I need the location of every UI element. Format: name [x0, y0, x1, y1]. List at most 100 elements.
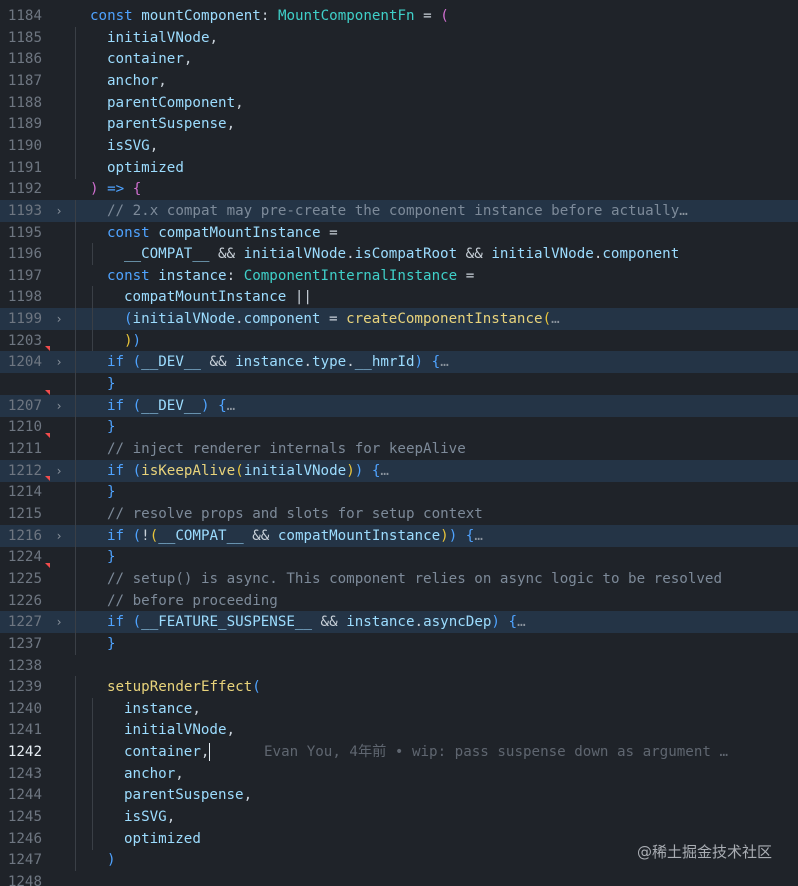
code-line[interactable]: 1211 // inject renderer internals for kee… — [0, 433, 798, 460]
code-editor[interactable]: 1184 const mountComponent: MountComponent… — [0, 0, 798, 886]
fold-chevron-icon[interactable]: › — [52, 395, 66, 417]
line-number[interactable]: 1242 — [0, 741, 42, 763]
code-line[interactable]: 1248 — [0, 871, 798, 886]
code-text[interactable]: ) — [107, 849, 116, 871]
code-line[interactable]: 1188 parentComponent, — [0, 91, 798, 114]
line-number[interactable]: 1198 — [0, 286, 42, 308]
code-text[interactable]: } — [107, 416, 116, 438]
line-number[interactable]: 1190 — [0, 135, 42, 157]
code-line[interactable]: 1190 isSVG, — [0, 134, 798, 157]
code-line[interactable]: 1242 container, Evan You, 4年前 • wip: pass … — [0, 741, 798, 764]
code-text[interactable]: if (__FEATURE_SUSPENSE__ && instance.asy… — [107, 611, 526, 633]
code-text[interactable]: optimized — [107, 157, 184, 179]
line-number[interactable]: 1241 — [0, 719, 42, 741]
line-number[interactable]: 1203 — [0, 330, 42, 352]
code-line[interactable]: 1191 optimized — [0, 156, 798, 179]
code-text[interactable]: container, — [124, 741, 211, 763]
code-line[interactable]: 1210} — [0, 416, 798, 439]
code-line[interactable]: } — [0, 373, 798, 396]
line-number[interactable]: 1212 — [0, 460, 42, 482]
code-line[interactable]: 1203)) — [0, 329, 798, 352]
code-text[interactable]: isSVG, — [124, 806, 175, 828]
code-text[interactable]: setupRenderEffect( — [107, 676, 261, 698]
git-deleted-marker-icon[interactable] — [45, 433, 50, 438]
code-line[interactable]: 1215 // resolve props and slots for setup… — [0, 502, 798, 525]
code-text[interactable]: instance, — [124, 698, 201, 720]
code-line[interactable]: 1184 const mountComponent: MountComponent… — [0, 5, 798, 27]
code-text[interactable]: __COMPAT__ && initialVNode.isCompatRoot … — [124, 243, 679, 265]
code-text[interactable]: parentComponent, — [107, 92, 244, 114]
line-number[interactable]: 1225 — [0, 568, 42, 590]
line-number[interactable]: 1211 — [0, 438, 42, 460]
line-number[interactable]: 1186 — [0, 48, 42, 70]
code-text[interactable]: initialVNode, — [107, 27, 218, 49]
code-text[interactable]: // inject renderer internals for keepAli… — [107, 438, 466, 460]
fold-chevron-icon[interactable]: › — [52, 460, 66, 482]
code-line[interactable]: 1216 › if (!(__COMPAT__ && compatMountInst… — [0, 524, 798, 547]
fold-chevron-icon[interactable]: › — [52, 308, 66, 330]
line-number[interactable]: 1239 — [0, 676, 42, 698]
code-text[interactable]: initialVNode, — [124, 719, 235, 741]
code-line[interactable]: 1185 initialVNode, — [0, 26, 798, 49]
code-line[interactable]: 1238 — [0, 655, 798, 677]
line-number[interactable]: 1238 — [0, 655, 42, 677]
code-text[interactable]: anchor, — [107, 70, 167, 92]
line-number[interactable]: 1214 — [0, 481, 42, 503]
fold-chevron-icon[interactable]: › — [52, 611, 66, 633]
code-text[interactable]: parentSuspense, — [124, 784, 252, 806]
git-deleted-marker-icon[interactable] — [45, 389, 50, 395]
line-number[interactable]: 1197 — [0, 265, 42, 287]
code-line[interactable]: 1214} — [0, 476, 798, 504]
code-text[interactable]: // setup() is async. This component reli… — [107, 568, 722, 590]
fold-chevron-icon[interactable]: › — [52, 200, 66, 222]
code-text[interactable]: compatMountInstance || — [124, 286, 312, 308]
code-text[interactable]: parentSuspense, — [107, 113, 235, 135]
code-text[interactable]: const instance: ComponentInternalInstanc… — [107, 265, 474, 287]
line-number[interactable]: 1192 — [0, 178, 42, 200]
line-number[interactable]: 1245 — [0, 806, 42, 828]
line-number[interactable]: 1193 — [0, 200, 42, 222]
code-text[interactable]: } — [107, 373, 116, 395]
line-number[interactable]: 1226 — [0, 590, 42, 612]
code-text[interactable]: // resolve props and slots for setup con… — [107, 503, 483, 525]
line-number[interactable]: 1248 — [0, 871, 42, 886]
code-line[interactable]: 1195 const compatMountInstance = — [0, 221, 798, 244]
code-line[interactable]: 1244 parentSuspense, — [0, 784, 798, 807]
code-text[interactable]: ) => { — [90, 178, 141, 200]
code-line[interactable]: 1245 isSVG, — [0, 806, 798, 829]
code-text[interactable]: if (isKeepAlive(initialVNode)) {… — [107, 460, 389, 482]
line-number[interactable]: 1195 — [0, 222, 42, 244]
code-text[interactable]: anchor, — [124, 763, 184, 785]
fold-chevron-icon[interactable]: › — [52, 351, 66, 373]
code-text[interactable]: )) — [124, 330, 141, 352]
code-line[interactable]: 1225 // setup() is async. This component … — [0, 562, 798, 590]
line-number[interactable]: 1243 — [0, 763, 42, 785]
git-deleted-marker-icon[interactable] — [45, 476, 50, 482]
line-number[interactable]: 1184 — [0, 5, 42, 27]
code-line[interactable]: 1239 setupRenderEffect( — [0, 676, 798, 699]
code-line[interactable]: 1198 compatMountInstance || — [0, 286, 798, 309]
code-text[interactable]: if (!(__COMPAT__ && compatMountInstance)… — [107, 525, 483, 547]
code-line[interactable]: 1196 __COMPAT__ && initialVNode.isCompatR… — [0, 243, 798, 266]
code-line[interactable]: 1227 › if (__FEATURE_SUSPENSE__ && instanc… — [0, 611, 798, 634]
code-text[interactable]: const mountComponent: MountComponentFn =… — [90, 5, 449, 27]
line-number[interactable]: 1227 — [0, 611, 42, 633]
line-number[interactable]: 1237 — [0, 633, 42, 655]
git-deleted-marker-icon[interactable] — [45, 562, 50, 568]
code-text[interactable]: // before proceeding — [107, 590, 278, 612]
line-number[interactable]: 1240 — [0, 698, 42, 720]
code-line[interactable]: 1186 container, — [0, 48, 798, 71]
code-text[interactable]: container, — [107, 48, 192, 70]
line-number[interactable]: 1210 — [0, 416, 42, 438]
line-number[interactable]: 1207 — [0, 395, 42, 417]
code-text[interactable]: isSVG, — [107, 135, 158, 157]
code-text[interactable]: } — [107, 633, 116, 655]
code-text[interactable]: const compatMountInstance = — [107, 222, 338, 244]
code-line[interactable]: 1241 initialVNode, — [0, 719, 798, 742]
line-number[interactable]: 1246 — [0, 828, 42, 850]
line-number[interactable]: 1216 — [0, 525, 42, 547]
code-text[interactable]: } — [107, 481, 116, 503]
code-text[interactable]: if (__DEV__) {… — [107, 395, 235, 417]
line-number[interactable]: 1189 — [0, 113, 42, 135]
line-number[interactable]: 1199 — [0, 308, 42, 330]
